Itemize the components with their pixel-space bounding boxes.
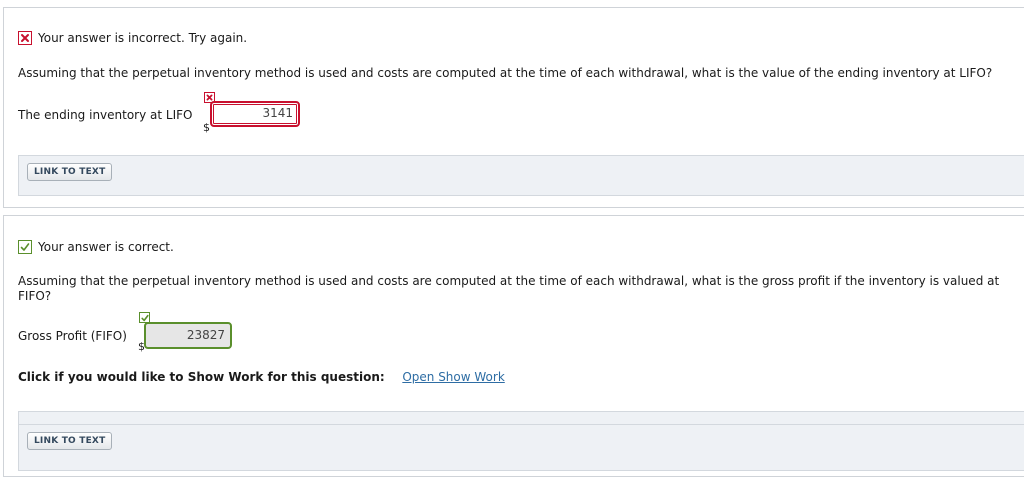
link-to-text-button[interactable]: LINK TO TEXT xyxy=(27,432,113,450)
link-to-text-bar: LINK TO TEXT xyxy=(18,155,1024,196)
field-label: Gross Profit (FIFO) xyxy=(18,329,127,343)
question-panel-2: Your answer is correct. Assuming that th… xyxy=(3,215,1024,477)
status-text: Your answer is correct. xyxy=(38,240,174,254)
x-mark-icon xyxy=(18,31,32,45)
question-panel-1: Your answer is incorrect. Try again. Ass… xyxy=(3,7,1024,208)
show-work-prompt: Click if you would like to Show Work for… xyxy=(18,370,385,384)
link-to-text-button[interactable]: LINK TO TEXT xyxy=(27,163,113,181)
divider xyxy=(19,424,1024,425)
status-text: Your answer is incorrect. Try again. xyxy=(38,31,248,45)
field-label: The ending inventory at LIFO xyxy=(18,108,193,122)
check-mark-icon xyxy=(18,240,32,254)
currency-symbol: $ xyxy=(203,121,210,134)
incorrect-status: Your answer is incorrect. Try again. xyxy=(18,31,247,45)
question-text-line-2: FIFO? xyxy=(18,289,52,303)
question-text-line-1: Assuming that the perpetual inventory me… xyxy=(18,274,1000,288)
show-work-row: Click if you would like to Show Work for… xyxy=(18,370,505,384)
link-to-text-bar: LINK TO TEXT xyxy=(18,411,1024,471)
ending-inventory-lifo-input[interactable]: 3141 xyxy=(210,101,300,127)
open-show-work-link[interactable]: Open Show Work xyxy=(402,370,504,384)
correct-status: Your answer is correct. xyxy=(18,240,174,254)
question-text: Assuming that the perpetual inventory me… xyxy=(18,66,993,80)
gross-profit-fifo-input[interactable]: 23827 xyxy=(144,322,232,349)
